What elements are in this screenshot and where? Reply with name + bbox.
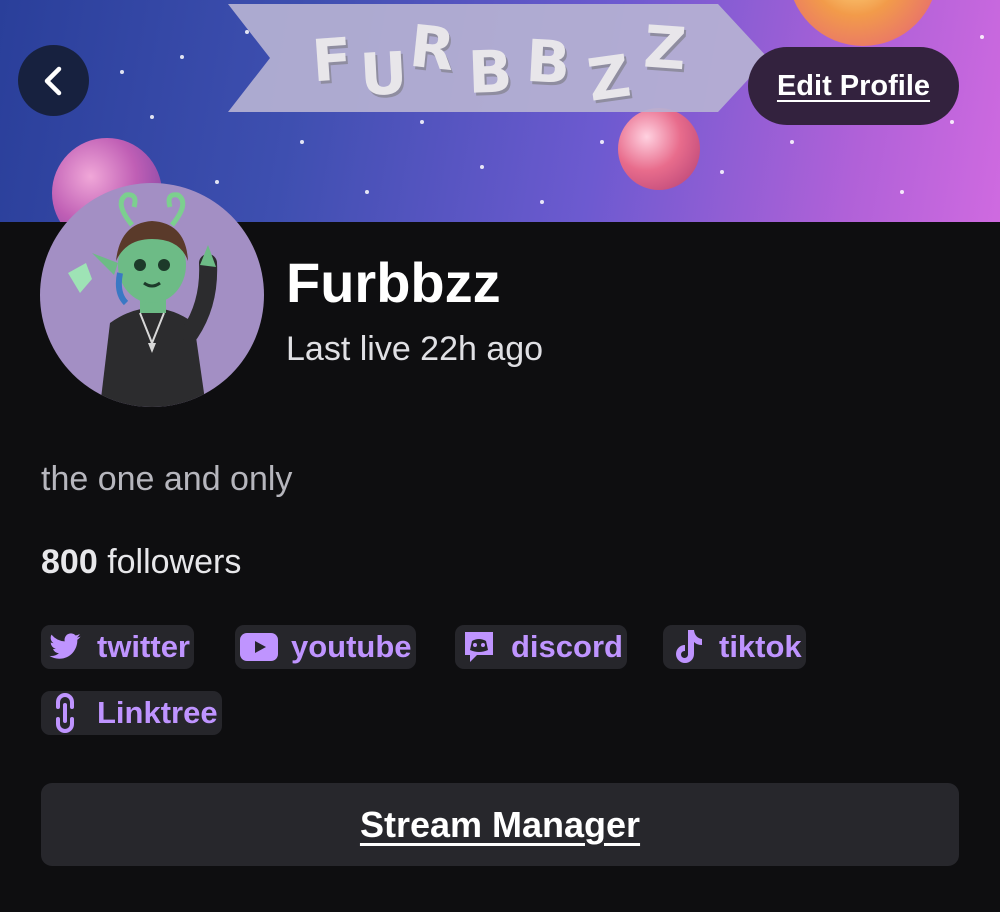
edit-profile-button[interactable]: Edit Profile [748,47,959,125]
social-link-label: twitter [97,629,190,664]
social-link-label: youtube [291,629,412,664]
social-link-twitter[interactable]: twitter [41,625,194,669]
linktree-icon [43,691,87,735]
banner-title-letter: U [358,38,411,110]
social-link-tiktok[interactable]: tiktok [663,625,806,669]
display-name: Furbbzz [286,251,501,314]
social-link-linktree[interactable]: Linktree [41,691,222,735]
avatar [40,183,264,407]
social-link-label: Linktree [97,695,218,730]
banner-title-letter: B [466,37,516,107]
youtube-play-icon [237,625,281,669]
profile-bio: the one and only [41,460,293,498]
stream-manager-button[interactable]: Stream Manager [41,783,959,866]
banner-title-letter: Z [583,41,637,115]
planet-decoration [618,108,700,190]
last-live-status: Last live 22h ago [286,330,544,368]
banner-title-letter: F [309,24,356,96]
banner-title-letter: Z [641,12,691,84]
chevron-left-icon [44,66,61,95]
back-button[interactable] [18,45,89,116]
banner-title-letter: R [406,11,461,85]
social-link-label: discord [511,629,623,664]
social-link-discord[interactable]: discord [455,625,627,669]
planet-decoration [788,0,938,46]
banner-title-letter: B [524,26,574,98]
followers-count: 800 followers [41,543,241,582]
twitter-bird-icon [43,625,87,669]
tiktok-note-icon [665,625,709,669]
social-link-youtube[interactable]: youtube [235,625,416,669]
discord-icon [457,625,501,669]
followers-label: followers [107,543,242,581]
followers-number: 800 [41,543,98,581]
social-link-label: tiktok [719,629,802,664]
